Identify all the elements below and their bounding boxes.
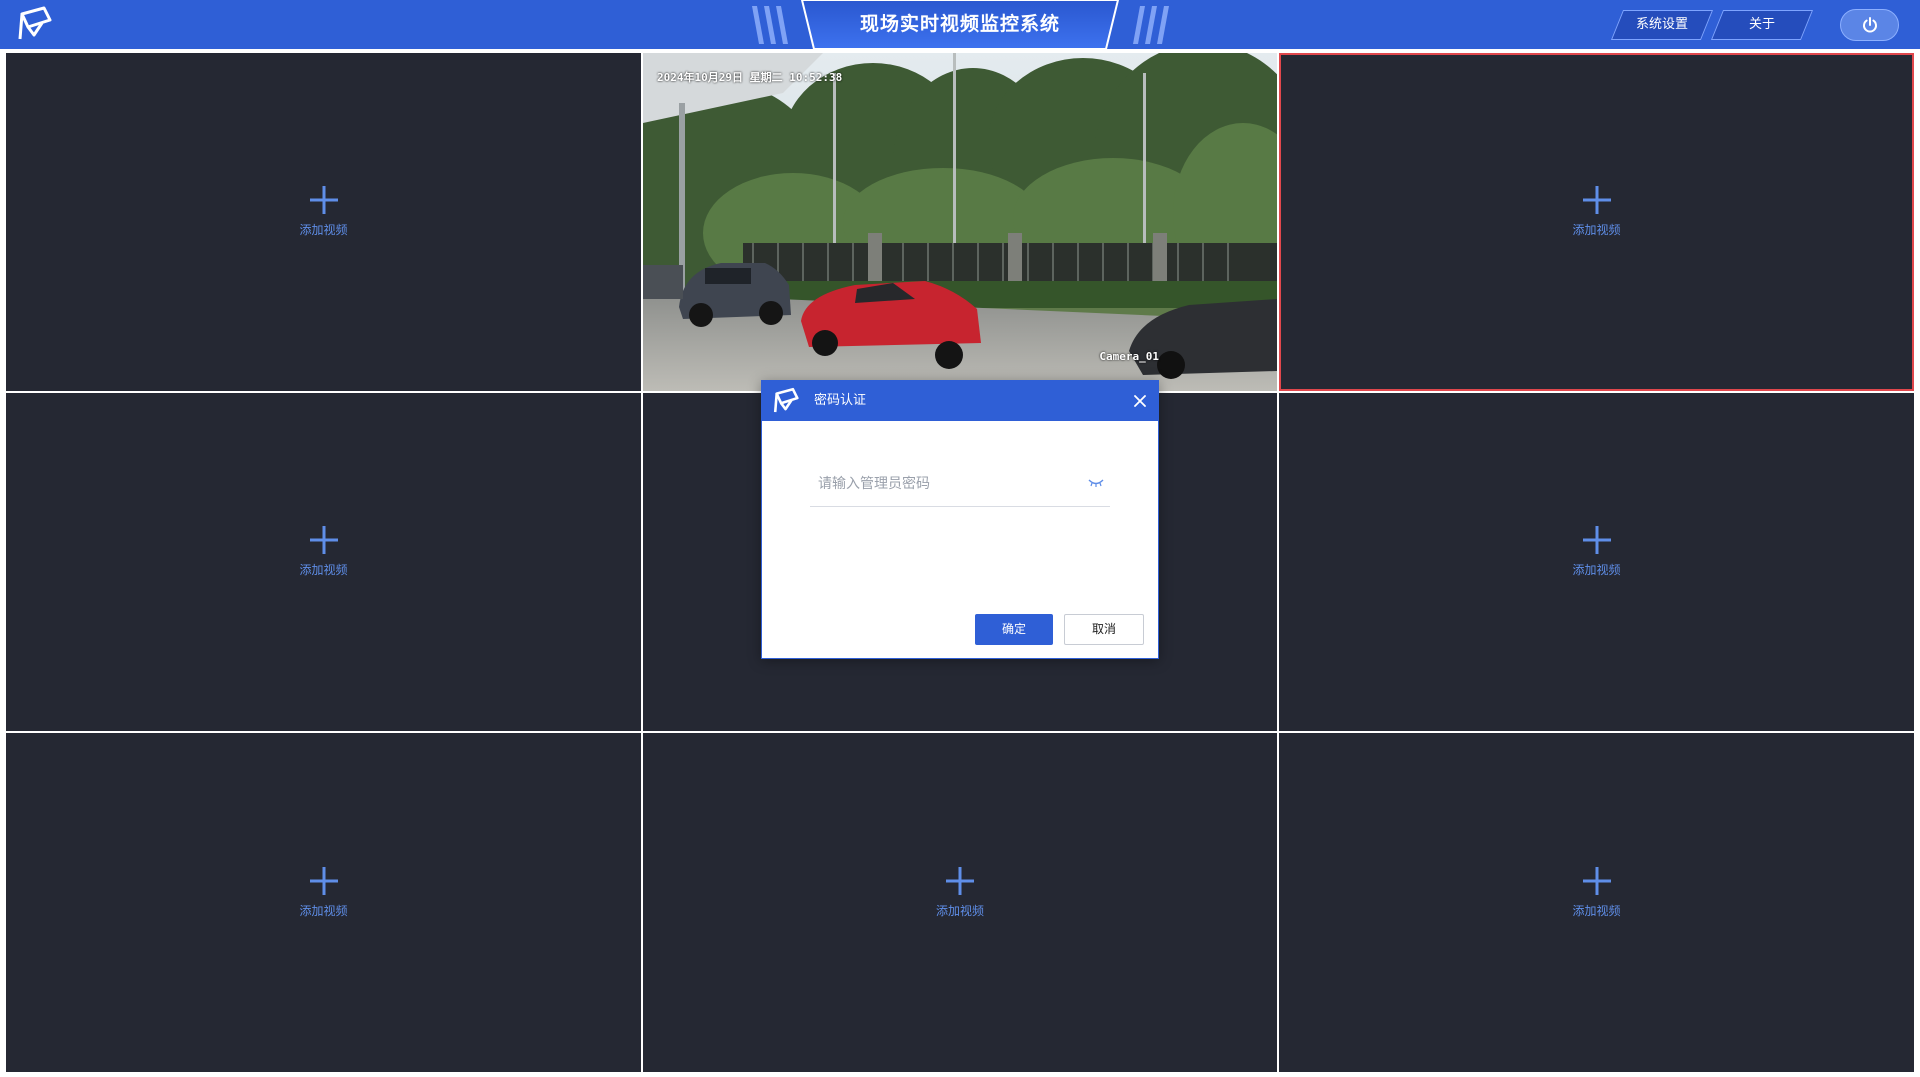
video-cell-8[interactable]: 添加视频	[643, 733, 1277, 1072]
add-video-label: 添加视频	[935, 903, 984, 918]
plus-icon	[309, 526, 338, 554]
system-settings-button[interactable]: 系统设置	[1610, 10, 1714, 40]
add-video-button[interactable]: 添加视频	[279, 866, 369, 926]
plus-icon	[1582, 186, 1611, 214]
camera-logo-icon	[16, 5, 56, 43]
add-video-button[interactable]: 添加视频	[1552, 866, 1642, 926]
dialog-title: 密码认证	[814, 393, 867, 408]
video-cell-7[interactable]: 添加视频	[6, 733, 641, 1072]
add-video-label: 添加视频	[299, 563, 348, 577]
plus-icon	[309, 186, 338, 214]
add-video-label: 添加视频	[1572, 903, 1621, 918]
video-cell-4[interactable]: 添加视频	[6, 393, 641, 731]
password-field-wrapper	[810, 461, 1110, 507]
title-plate: 现场实时视频监控系统	[744, 0, 1176, 49]
video-cell-2-live[interactable]: 2024年10月29日 星期二 10:52:38 Camera_01	[643, 53, 1277, 391]
add-video-label: 添加视频	[299, 903, 348, 918]
add-video-button[interactable]: 添加视频	[1552, 185, 1642, 245]
add-video-button[interactable]: 添加视频	[279, 525, 369, 585]
eye-closed-icon[interactable]	[1088, 477, 1104, 489]
app-title: 现场实时视频监控系统	[859, 13, 1060, 35]
password-input[interactable]	[810, 461, 1080, 506]
video-cell-6[interactable]: 添加视频	[1279, 393, 1914, 731]
add-video-button[interactable]: 添加视频	[279, 185, 369, 245]
about-label: 关于	[1748, 17, 1775, 32]
live-video-feed: 2024年10月29日 星期二 10:52:38 Camera_01	[643, 53, 1277, 391]
cancel-button[interactable]: 取消	[1064, 614, 1144, 645]
plus-icon	[946, 866, 974, 895]
add-video-button[interactable]: 添加视频	[1552, 525, 1642, 585]
power-button[interactable]	[1840, 9, 1899, 41]
plus-icon	[1582, 866, 1611, 895]
camera-logo-icon	[773, 387, 799, 413]
add-video-label: 添加视频	[299, 223, 348, 237]
system-settings-label: 系统设置	[1635, 17, 1688, 32]
video-cell-3[interactable]: 添加视频	[1279, 53, 1914, 391]
video-osd-timestamp: 2024年10月29日 星期二 10:52:38	[657, 71, 843, 84]
video-osd-camera-name: Camera_01	[1099, 350, 1159, 363]
power-icon	[1863, 17, 1877, 33]
add-video-label: 添加视频	[1572, 223, 1621, 237]
video-cell-1[interactable]: 添加视频	[6, 53, 641, 391]
video-cell-9[interactable]: 添加视频	[1279, 733, 1914, 1072]
top-bar: 现场实时视频监控系统 系统设置 关于	[0, 0, 1920, 49]
password-auth-dialog: 密码认证 确定 取消	[761, 380, 1159, 659]
plus-icon	[309, 866, 338, 895]
dialog-header: 密码认证	[762, 381, 1158, 421]
confirm-button[interactable]: 确定	[975, 614, 1053, 645]
add-video-button[interactable]: 添加视频	[915, 866, 1005, 926]
close-icon[interactable]	[1130, 391, 1150, 411]
about-button[interactable]: 关于	[1710, 10, 1814, 40]
add-video-label: 添加视频	[1572, 563, 1621, 577]
plus-icon	[1582, 526, 1611, 554]
